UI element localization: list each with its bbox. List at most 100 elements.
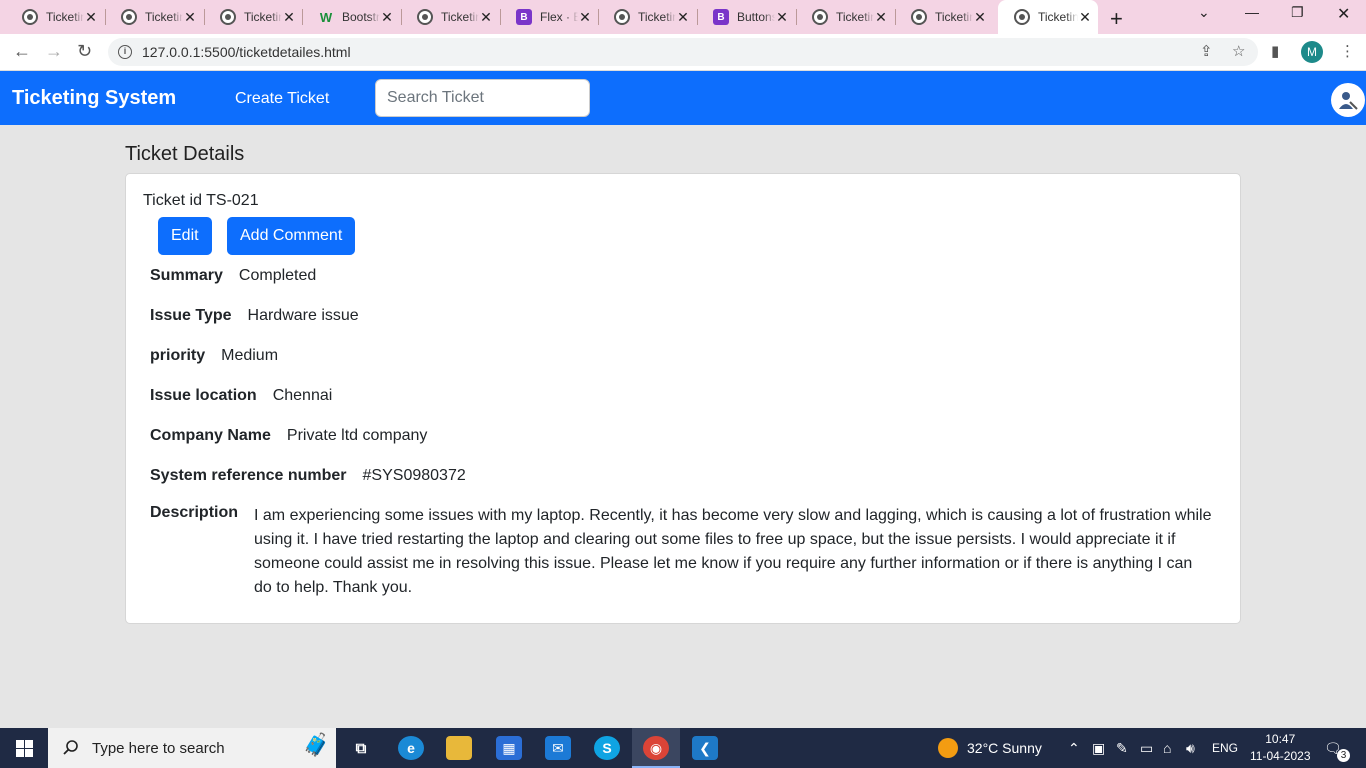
profile-avatar[interactable]: M xyxy=(1301,41,1323,63)
field-label: priority xyxy=(150,347,206,364)
bootstrap-icon: B xyxy=(713,9,729,25)
field-value: Medium xyxy=(221,347,279,364)
browser-tab-active[interactable]: Ticketing System ✕ xyxy=(998,0,1098,34)
clock-date: 11-04-2023 xyxy=(1250,749,1311,763)
chrome-icon[interactable]: ◉ xyxy=(643,736,669,760)
field-value: Completed xyxy=(238,267,317,284)
windows-start-icon[interactable] xyxy=(16,740,33,757)
info-icon[interactable]: i xyxy=(118,45,132,59)
close-icon[interactable]: ✕ xyxy=(578,9,592,26)
close-icon[interactable]: ✕ xyxy=(380,9,394,26)
edit-button[interactable]: Edit xyxy=(158,217,212,255)
task-view-icon[interactable]: ⧉ xyxy=(348,736,374,760)
back-icon[interactable]: ← xyxy=(13,41,31,62)
meet-now-icon[interactable]: ▣ xyxy=(1092,740,1105,757)
pen-icon[interactable]: ✎ xyxy=(1116,740,1128,757)
page-title: Ticket Details xyxy=(125,143,245,165)
side-panel-icon[interactable]: ▮ xyxy=(1271,42,1279,60)
tab-label: Bootstrap xyxy=(342,10,380,24)
browser-tab[interactable]: Ticketing System ✕ xyxy=(796,4,894,30)
show-hidden-icons[interactable]: ⌃ xyxy=(1068,740,1080,757)
tab-label: Ticketing System xyxy=(441,10,479,24)
create-ticket-link[interactable]: Create Ticket xyxy=(235,90,329,108)
skype-icon[interactable]: S xyxy=(594,736,620,760)
app-navbar: Ticketing System Create Ticket xyxy=(0,71,1366,125)
clock[interactable]: 10:47 11-04-2023 xyxy=(1250,731,1311,765)
file-explorer-icon[interactable] xyxy=(446,736,472,760)
browser-toolbar: ← → ↻ i 127.0.0.1:5500/ticketdetailes.ht… xyxy=(0,34,1366,71)
close-icon[interactable]: ✕ xyxy=(183,9,197,26)
globe-icon xyxy=(911,9,927,25)
more-menu-icon[interactable]: ⋮ xyxy=(1340,42,1355,60)
windows-taskbar: Type here to search 🧳 ⧉ e ▦ ✉ S ◉ ❮ 32°C… xyxy=(0,728,1366,768)
forward-icon[interactable]: → xyxy=(45,41,63,62)
close-icon[interactable]: ✕ xyxy=(84,9,98,26)
field-label: Summary xyxy=(150,267,223,284)
bookmark-star-icon[interactable]: ☆ xyxy=(1232,42,1245,60)
search-ticket-input[interactable] xyxy=(375,79,590,117)
add-comment-button[interactable]: Add Comment xyxy=(227,217,356,255)
close-icon[interactable]: ✕ xyxy=(1078,9,1092,26)
new-tab-icon[interactable]: + xyxy=(1110,6,1123,32)
globe-icon xyxy=(220,9,236,25)
brand-title[interactable]: Ticketing System xyxy=(12,87,176,110)
vscode-icon[interactable]: ❮ xyxy=(692,736,718,760)
close-icon[interactable]: ✕ xyxy=(479,9,493,26)
tab-label: Ticketing System xyxy=(638,10,676,24)
address-bar[interactable]: i 127.0.0.1:5500/ticketdetailes.html xyxy=(108,38,1258,66)
share-icon[interactable]: ⇪ xyxy=(1200,42,1213,60)
close-icon[interactable]: ✕ xyxy=(973,9,987,26)
browser-tab[interactable]: Ticketing System ✕ xyxy=(105,4,203,30)
volume-icon[interactable]: 🔊︎ xyxy=(1186,740,1195,757)
minimize-icon[interactable]: — xyxy=(1245,4,1259,20)
field-issue-type: Issue Type Hardware issue xyxy=(150,307,359,325)
browser-tab[interactable]: Ticketing System ✕ xyxy=(895,4,993,30)
edge-icon[interactable]: e xyxy=(398,736,424,760)
browser-tab[interactable]: B Flex · Bootstrap ✕ xyxy=(500,4,598,30)
url-text: 127.0.0.1:5500/ticketdetailes.html xyxy=(142,44,351,60)
network-icon[interactable]: ⌂ xyxy=(1163,740,1171,756)
field-priority: priority Medium xyxy=(150,347,278,365)
browser-tab[interactable]: Ticketing System ✕ xyxy=(401,4,499,30)
tab-label: Flex · Bootstrap xyxy=(540,10,578,24)
search-icon xyxy=(63,740,78,755)
field-issue-location: Issue location Chennai xyxy=(150,387,332,405)
notifications-badge: 3 xyxy=(1337,749,1350,762)
reload-icon[interactable]: ↻ xyxy=(77,41,92,62)
search-highlight-icon: 🧳 xyxy=(302,732,330,757)
browser-tab[interactable]: Ticketing System ✕ xyxy=(204,4,302,30)
language-indicator[interactable]: ENG xyxy=(1212,741,1238,755)
field-description: Description I am experiencing some issue… xyxy=(150,504,1214,600)
tab-search-icon[interactable]: ⌄ xyxy=(1198,4,1210,21)
taskbar-search[interactable]: Type here to search 🧳 xyxy=(48,728,336,768)
restore-icon[interactable]: ❐ xyxy=(1291,4,1304,21)
microsoft-store-icon[interactable]: ▦ xyxy=(496,736,522,760)
field-summary: Summary Completed xyxy=(150,267,316,285)
close-icon[interactable]: ✕ xyxy=(775,9,789,26)
globe-icon xyxy=(417,9,433,25)
battery-icon[interactable]: ▭ xyxy=(1140,740,1153,757)
browser-tab[interactable]: Ticketing System ✕ xyxy=(6,4,104,30)
tab-label: Ticketing System xyxy=(1038,10,1078,24)
field-system-reference-number: System reference number #SYS0980372 xyxy=(150,467,466,485)
close-icon[interactable]: ✕ xyxy=(676,9,690,26)
globe-icon xyxy=(22,9,38,25)
close-window-icon[interactable]: ✕ xyxy=(1337,4,1350,24)
browser-tab[interactable]: B Buttons ✕ xyxy=(697,4,795,30)
clock-time: 10:47 xyxy=(1265,732,1296,746)
tab-label: Ticketing System xyxy=(836,10,874,24)
taskbar-search-label: Type here to search xyxy=(92,739,225,757)
field-label: Company Name xyxy=(150,427,271,444)
w3schools-icon: W xyxy=(319,9,333,25)
mail-icon[interactable]: ✉ xyxy=(545,736,571,760)
ticket-details-card: Ticket id TS-021 Edit Add Comment Summar… xyxy=(125,173,1241,624)
field-label: System reference number xyxy=(150,467,347,484)
weather-icon[interactable] xyxy=(938,738,958,758)
field-value: Private ltd company xyxy=(286,427,428,444)
close-icon[interactable]: ✕ xyxy=(282,9,296,26)
browser-tab[interactable]: W Bootstrap ✕ xyxy=(302,4,400,30)
close-icon[interactable]: ✕ xyxy=(874,9,888,26)
user-avatar[interactable] xyxy=(1331,83,1365,117)
browser-tab[interactable]: Ticketing System ✕ xyxy=(598,4,696,30)
weather-text[interactable]: 32°C Sunny xyxy=(967,740,1042,756)
